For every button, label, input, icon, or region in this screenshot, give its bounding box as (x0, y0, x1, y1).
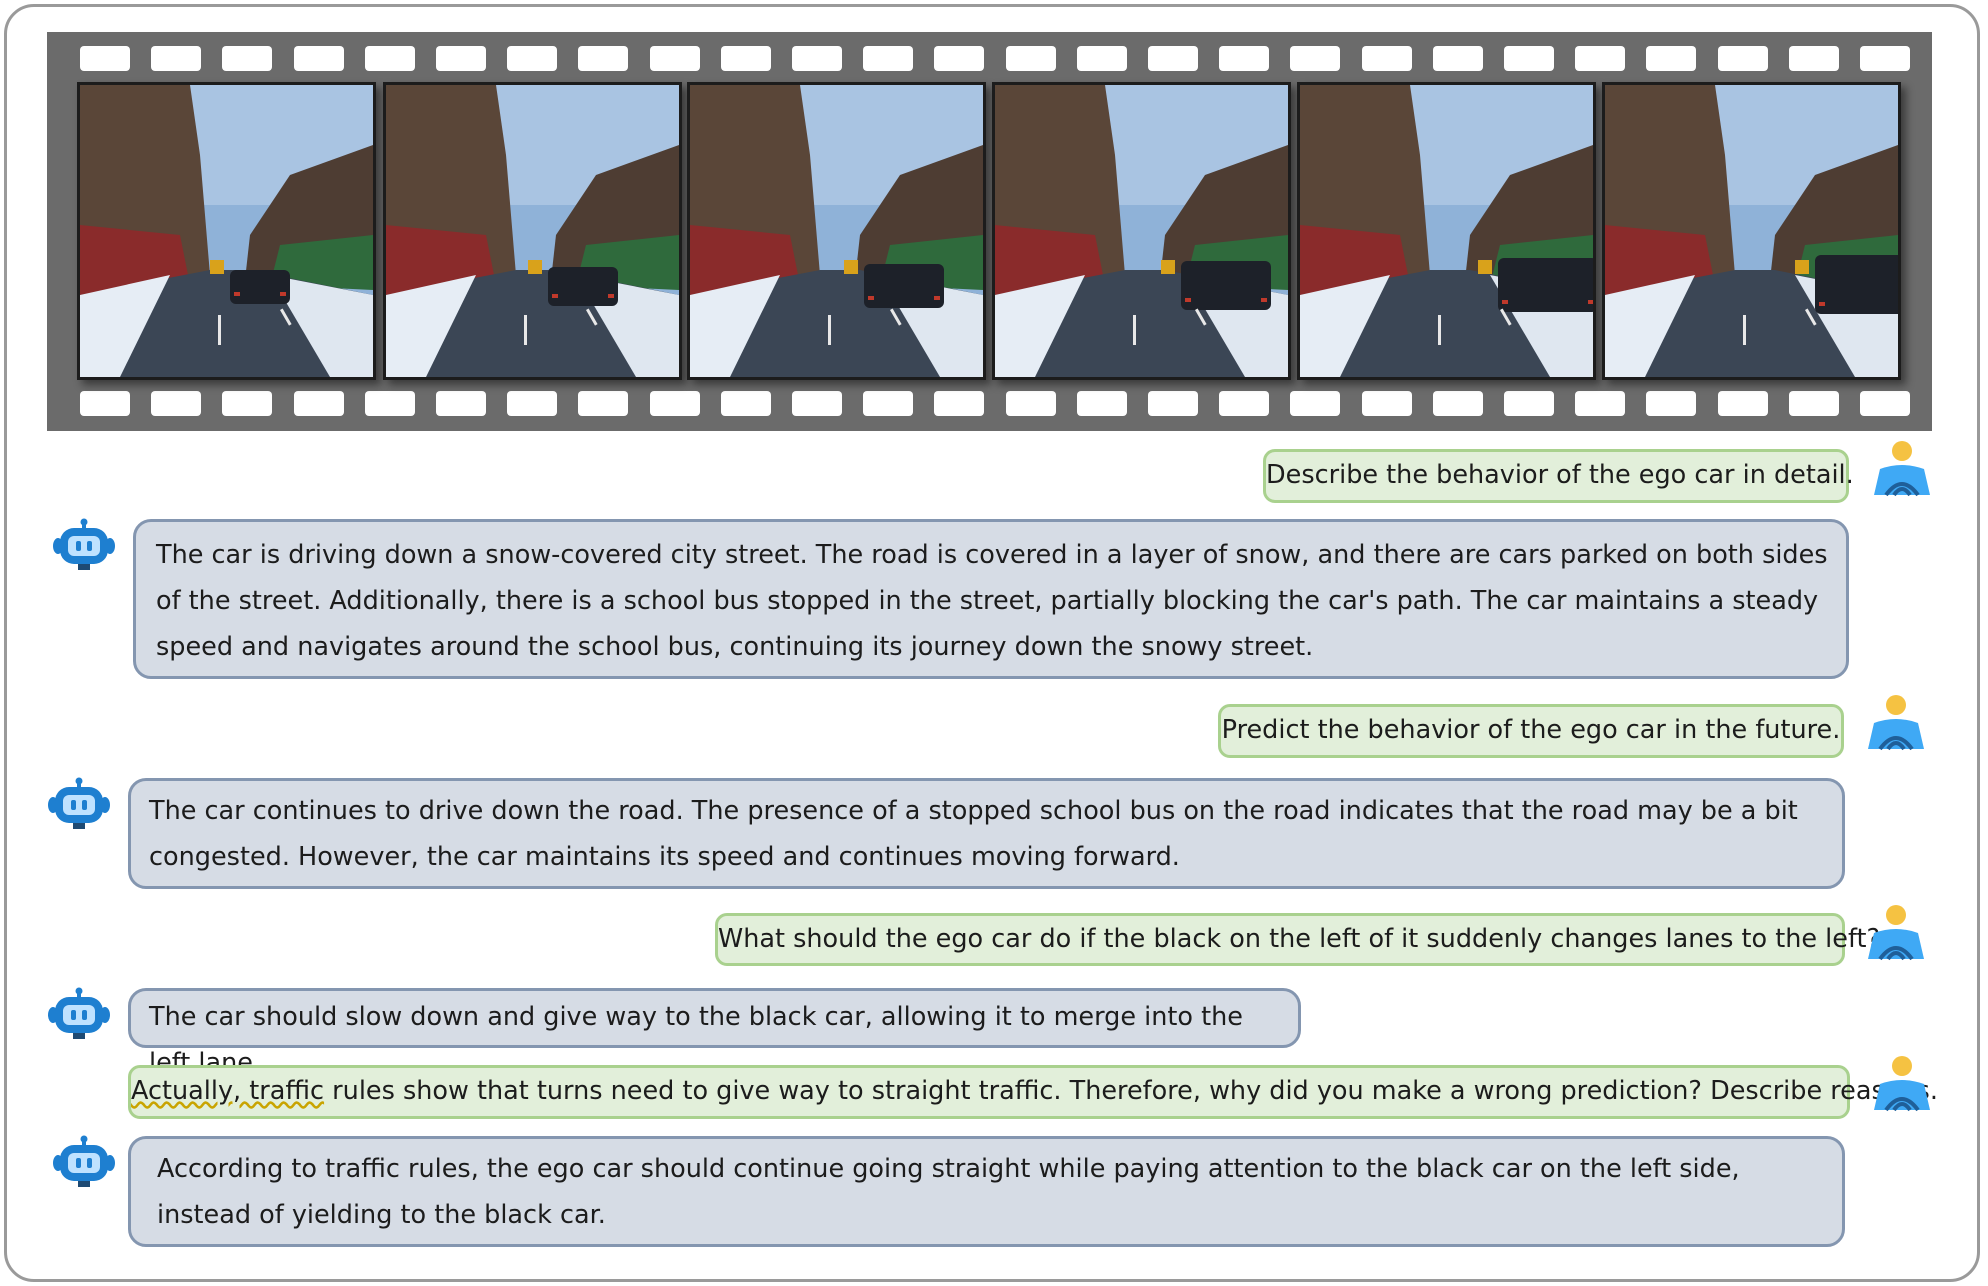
sprocket-hole (720, 46, 771, 71)
robot-icon (53, 518, 115, 570)
user-message-4-text-squiggle: Actually, traffic (131, 1076, 325, 1106)
sprocket-hole (1005, 46, 1056, 71)
user-message-3: What should the ego car do if the black … (715, 913, 1880, 966)
sprocket-hole (578, 46, 629, 71)
sprocket-hole (578, 391, 629, 416)
user-message-1: Describe the behavior of the ego car in … (1263, 449, 1854, 503)
video-frame-4 (992, 82, 1291, 380)
sprocket-hole (649, 391, 700, 416)
sprocket-hole (293, 391, 344, 416)
video-frame-5 (1297, 82, 1596, 380)
user-message-1-text: Describe the behavior of the ego car in … (1266, 460, 1854, 490)
sprocket-hole (1717, 391, 1768, 416)
sprocket-hole (222, 391, 273, 416)
sprocket-hole (1148, 46, 1198, 71)
sprocket-hole (1219, 391, 1270, 416)
sprocket-hole (1860, 46, 1910, 71)
user-message-2: Predict the behavior of the ego car in t… (1218, 704, 1844, 758)
assistant-message-1: The car is driving down a snow-covered c… (133, 519, 1849, 679)
sprocket-hole (1005, 391, 1056, 416)
sprocket-hole (222, 46, 273, 71)
sprocket-hole (364, 46, 415, 71)
sprocket-hole (151, 46, 202, 71)
sprocket-hole (792, 391, 842, 416)
user-message-4-text: rules show that turns need to give way t… (324, 1076, 1938, 1106)
user-message-3-text: What should the ego car do if the black … (718, 924, 1881, 954)
sprocket-hole (80, 46, 130, 71)
user-message-4: Actually, traffic rules show that turns … (128, 1065, 1938, 1119)
sprocket-hole (364, 391, 415, 416)
video-frame-6 (1602, 82, 1901, 380)
sprocket-hole (863, 46, 914, 71)
sprocket-hole (1504, 46, 1554, 71)
assistant-message-2: The car continues to drive down the road… (128, 778, 1845, 889)
sprocket-hole (1432, 46, 1483, 71)
sprocket-hole (649, 46, 700, 71)
sprocket-hole (792, 46, 842, 71)
sprocket-hole (863, 391, 914, 416)
sprocket-hole (1860, 391, 1910, 416)
assistant-message-4: According to traffic rules, the ego car … (128, 1136, 1845, 1247)
video-filmstrip (47, 32, 1932, 431)
sprocket-hole (80, 391, 130, 416)
assistant-message-3: The car should slow down and give way to… (128, 988, 1301, 1078)
sprocket-hole (436, 46, 486, 71)
user-icon (1868, 695, 1924, 751)
video-frame-1 (77, 82, 376, 380)
sprocket-hole (293, 46, 344, 71)
sprocket-hole (1575, 391, 1626, 416)
sprocket-hole (151, 391, 202, 416)
sprocket-hole (720, 391, 771, 416)
sprocket-hole (1219, 46, 1270, 71)
sprocket-hole (1076, 391, 1127, 416)
sprocket-hole (1076, 46, 1127, 71)
sprocket-hole (1504, 391, 1554, 416)
robot-icon (48, 777, 110, 829)
sprocket-hole (1646, 391, 1697, 416)
sprocket-hole (1290, 46, 1341, 71)
assistant-message-4-text: According to traffic rules, the ego car … (157, 1154, 1740, 1230)
user-message-2-text: Predict the behavior of the ego car in t… (1221, 715, 1841, 745)
sprocket-hole (1290, 391, 1341, 416)
sprocket-hole (507, 46, 558, 71)
user-icon (1874, 441, 1930, 497)
sprocket-hole (934, 46, 985, 71)
sprocket-hole (1148, 391, 1198, 416)
sprocket-hole (1432, 391, 1483, 416)
user-icon (1874, 1056, 1930, 1112)
sprocket-hole (436, 391, 486, 416)
sprocket-hole (1646, 46, 1697, 71)
sprocket-hole (507, 391, 558, 416)
sprocket-hole (1361, 391, 1412, 416)
sprocket-hole (1361, 46, 1412, 71)
sprocket-hole (934, 391, 985, 416)
video-frame-3 (687, 82, 986, 380)
sprocket-hole (1575, 46, 1626, 71)
sprocket-hole (1788, 46, 1839, 71)
robot-icon (53, 1135, 115, 1187)
video-frame-2 (383, 82, 682, 380)
sprocket-hole (1717, 46, 1768, 71)
assistant-message-2-text: The car continues to drive down the road… (149, 796, 1798, 872)
user-icon (1868, 905, 1924, 961)
assistant-message-1-text: The car is driving down a snow-covered c… (156, 540, 1828, 662)
sprocket-hole (1788, 391, 1839, 416)
robot-icon (48, 987, 110, 1039)
